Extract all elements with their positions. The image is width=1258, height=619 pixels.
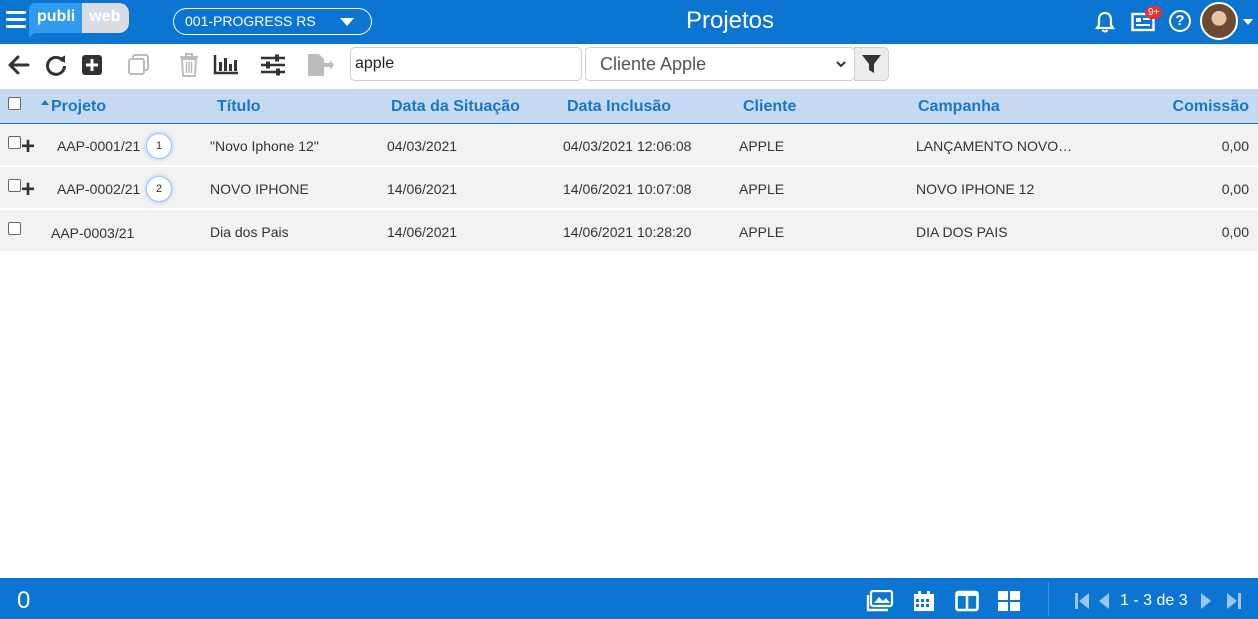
company-select-value: 001-PROGRESS RS <box>185 13 316 29</box>
cell-campanha: LANÇAMENTO NOVO… <box>916 138 1073 154</box>
cell-data-situacao: 04/03/2021 <box>387 138 458 154</box>
next-page-icon[interactable] <box>1199 591 1213 611</box>
cell-titulo: NOVO IPHONE <box>210 181 309 197</box>
calendar-icon[interactable] <box>913 590 935 612</box>
client-filter-select[interactable]: Cliente Apple <box>585 47 855 81</box>
cell-projeto: AAP-0003/21 <box>51 225 135 241</box>
toolbar: Cliente Apple <box>0 44 1258 110</box>
row-checkbox[interactable] <box>8 136 21 149</box>
cell-comissao: 0,00 <box>1221 224 1249 240</box>
footer-separator <box>1048 582 1049 616</box>
help-icon[interactable]: ? <box>1169 10 1191 32</box>
trash-icon <box>180 53 198 77</box>
sort-asc-icon <box>41 100 49 105</box>
table-row[interactable]: + AAP-0002/21 2 NOVO IPHONE 14/06/2021 1… <box>0 167 1258 209</box>
cell-data-inclusao: 14/06/2021 10:28:20 <box>563 224 692 240</box>
image-gallery-icon[interactable] <box>866 590 894 612</box>
back-arrow-icon[interactable] <box>7 52 31 78</box>
search-input[interactable] <box>350 47 582 81</box>
caret-down-icon <box>340 18 354 26</box>
cell-titulo: "Novo Iphone 12" <box>210 138 319 154</box>
expand-plus-icon[interactable]: + <box>21 178 35 202</box>
cell-comissao: 0,00 <box>1221 138 1249 154</box>
logo-tail <box>29 30 37 38</box>
column-header-titulo[interactable]: Título <box>217 98 261 116</box>
copy-icon <box>128 54 149 75</box>
publiweb-logo[interactable]: publi web <box>29 3 130 33</box>
first-page-icon[interactable] <box>1074 591 1090 611</box>
filter-icon <box>862 55 881 73</box>
cell-comissao: 0,00 <box>1221 181 1249 197</box>
refresh-icon[interactable] <box>44 52 68 78</box>
chevron-down-icon <box>836 61 846 68</box>
row-checkbox[interactable] <box>8 222 21 235</box>
cell-campanha: DIA DOS PAIS <box>916 224 1008 240</box>
table-row[interactable]: AAP-0003/21 Dia dos Pais 14/06/2021 14/0… <box>0 210 1258 252</box>
client-filter-value: Cliente Apple <box>600 54 707 74</box>
cell-campanha: NOVO IPHONE 12 <box>916 181 1035 197</box>
column-header-data-inclusao[interactable]: Data Inclusão <box>567 98 671 116</box>
user-menu-caret-icon[interactable] <box>1243 19 1253 25</box>
page-title-text: Projetos <box>685 7 775 34</box>
bell-icon[interactable] <box>1094 11 1116 33</box>
subitem-count-badge[interactable]: 2 <box>146 176 172 202</box>
export-icon[interactable] <box>306 52 334 78</box>
add-icon[interactable] <box>81 52 103 78</box>
cell-data-situacao: 14/06/2021 <box>387 224 458 240</box>
row-checkbox[interactable] <box>8 179 21 192</box>
last-page-icon[interactable] <box>1226 591 1242 611</box>
grid-header: Projeto Título Data da Situação Data Inc… <box>0 89 1258 124</box>
table-row[interactable]: + AAP-0001/21 1 "Novo Iphone 12" 04/03/2… <box>0 124 1258 166</box>
cell-projeto: AAP-0001/21 <box>57 138 141 154</box>
expand-plus-icon[interactable]: + <box>21 135 35 159</box>
column-header-comissao[interactable]: Comissão <box>1173 98 1249 116</box>
cell-cliente: APPLE <box>739 224 785 240</box>
column-header-campanha[interactable]: Campanha <box>918 98 1000 116</box>
selected-count: 0 <box>17 587 31 614</box>
previous-page-icon[interactable] <box>1097 591 1111 611</box>
top-bar: publi web 001-PROGRESS RS Projetos 9+ ? <box>0 0 1258 44</box>
notification-badge: 9+ <box>1145 6 1163 19</box>
subitem-count-badge[interactable]: 1 <box>146 133 172 159</box>
logo-part-publi: publi <box>29 3 83 33</box>
select-all-checkbox[interactable] <box>8 97 21 110</box>
filter-button[interactable] <box>854 47 889 81</box>
split-view-icon[interactable] <box>955 590 979 612</box>
column-header-cliente[interactable]: Cliente <box>743 98 796 116</box>
logo-part-web: web <box>82 3 130 33</box>
cell-cliente: APPLE <box>739 138 785 154</box>
footer-bar: 0 1 - 3 de 3 <box>0 578 1258 619</box>
pagination-text: 1 - 3 de 3 <box>1120 592 1188 609</box>
grid-view-icon[interactable] <box>997 590 1021 612</box>
settings-sliders-icon[interactable] <box>260 52 286 78</box>
chart-icon[interactable] <box>213 52 239 78</box>
cell-cliente: APPLE <box>739 181 785 197</box>
avatar[interactable] <box>1200 2 1238 40</box>
menu-icon[interactable] <box>6 11 26 31</box>
company-select[interactable]: 001-PROGRESS RS <box>173 8 372 35</box>
cell-data-inclusao: 14/06/2021 10:07:08 <box>563 181 692 197</box>
column-header-data-situacao[interactable]: Data da Situação <box>391 98 520 116</box>
cell-projeto: AAP-0002/21 <box>57 181 141 197</box>
column-header-projeto[interactable]: Projeto <box>51 98 106 116</box>
cell-data-situacao: 14/06/2021 <box>387 181 458 197</box>
cell-data-inclusao: 04/03/2021 12:06:08 <box>563 138 692 154</box>
cell-titulo: Dia dos Pais <box>210 224 289 240</box>
